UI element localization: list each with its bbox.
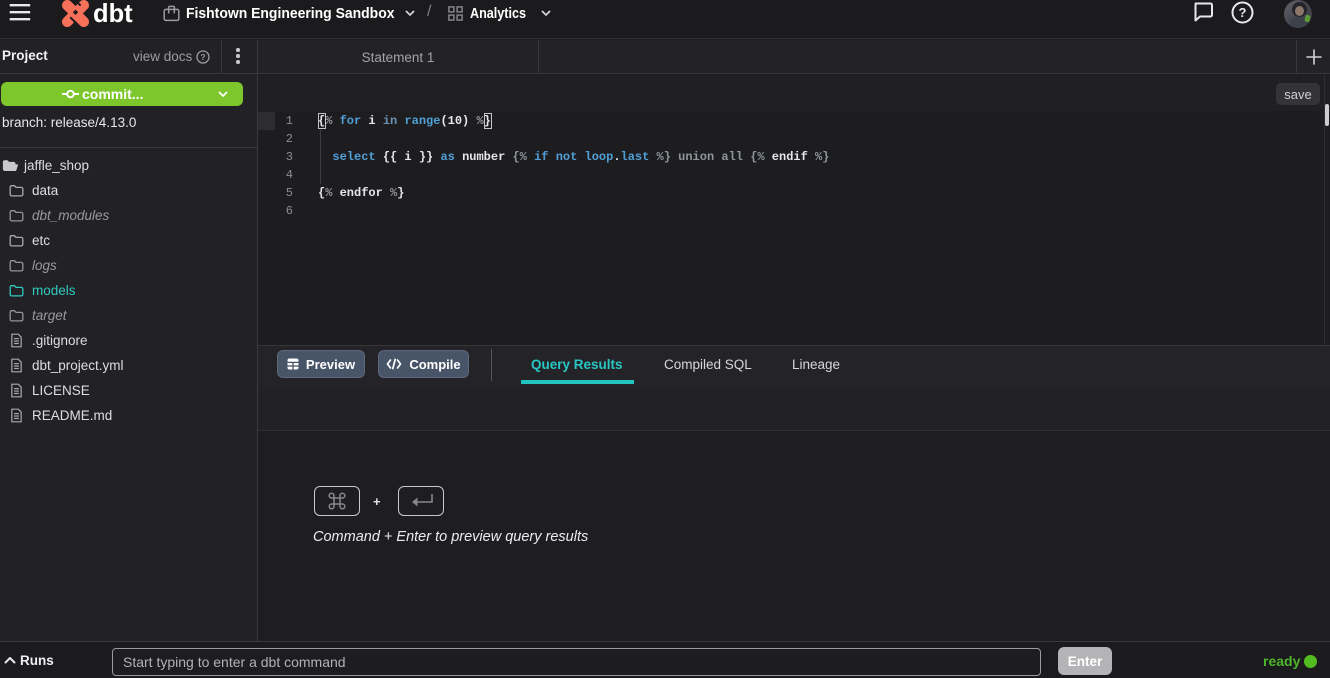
svg-text:?: ?: [1239, 5, 1247, 20]
svg-text:?: ?: [200, 52, 205, 62]
